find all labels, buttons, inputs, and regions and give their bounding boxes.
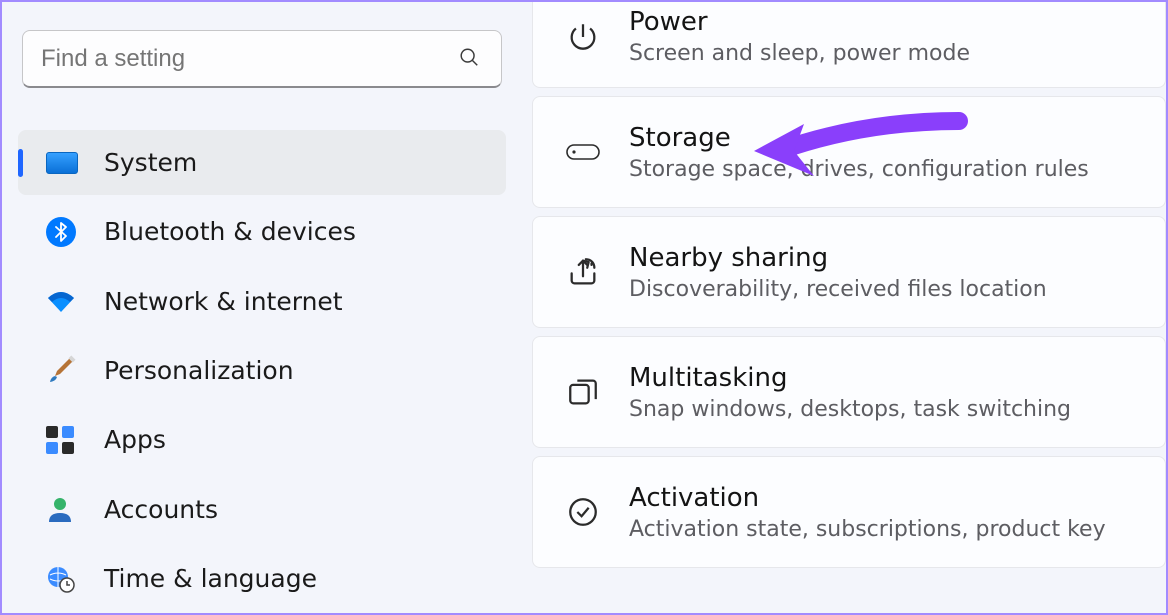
card-subtitle: Snap windows, desktops, task switching bbox=[629, 397, 1071, 422]
setting-card-storage[interactable]: Storage Storage space, drives, configura… bbox=[532, 96, 1166, 208]
sidebar-item-bluetooth[interactable]: Bluetooth & devices bbox=[18, 199, 506, 264]
card-title: Power bbox=[629, 7, 970, 37]
card-title: Multitasking bbox=[629, 363, 1071, 393]
card-text: Power Screen and sleep, power mode bbox=[629, 7, 970, 66]
person-icon bbox=[46, 495, 84, 523]
setting-card-power[interactable]: Power Screen and sleep, power mode bbox=[532, 2, 1166, 88]
sidebar-item-label: Apps bbox=[104, 425, 166, 454]
card-subtitle: Screen and sleep, power mode bbox=[629, 41, 970, 66]
wifi-icon bbox=[46, 290, 84, 312]
sidebar-item-accounts[interactable]: Accounts bbox=[18, 476, 506, 541]
card-subtitle: Activation state, subscriptions, product… bbox=[629, 517, 1106, 542]
card-text: Nearby sharing Discoverability, received… bbox=[629, 243, 1047, 302]
sidebar-item-label: System bbox=[104, 148, 197, 177]
paintbrush-icon bbox=[46, 355, 84, 385]
sidebar-item-label: Personalization bbox=[104, 356, 294, 385]
sidebar-item-time[interactable]: Time & language bbox=[18, 546, 506, 611]
check-circle-icon bbox=[561, 495, 605, 529]
card-subtitle: Storage space, drives, configuration rul… bbox=[629, 157, 1089, 182]
share-icon bbox=[561, 255, 605, 289]
storage-icon bbox=[561, 141, 605, 163]
card-text: Activation Activation state, subscriptio… bbox=[629, 483, 1106, 542]
clock-globe-icon bbox=[46, 563, 84, 593]
sidebar-item-personalization[interactable]: Personalization bbox=[18, 338, 506, 403]
sidebar-item-network[interactable]: Network & internet bbox=[18, 269, 506, 334]
apps-grid-icon bbox=[46, 426, 84, 454]
search-icon bbox=[458, 46, 480, 72]
sidebar-item-label: Network & internet bbox=[104, 287, 343, 316]
card-text: Storage Storage space, drives, configura… bbox=[629, 123, 1089, 182]
settings-main-panel: Power Screen and sleep, power mode Stora… bbox=[522, 2, 1166, 613]
setting-card-multitasking[interactable]: Multitasking Snap windows, desktops, tas… bbox=[532, 336, 1166, 448]
card-title: Activation bbox=[629, 483, 1106, 513]
multitask-icon bbox=[561, 375, 605, 409]
search-input[interactable] bbox=[22, 30, 502, 88]
sidebar-item-label: Accounts bbox=[104, 495, 218, 524]
search-field-wrap bbox=[22, 30, 502, 88]
sidebar-item-system[interactable]: System bbox=[18, 130, 506, 195]
system-icon bbox=[46, 152, 84, 174]
card-text: Multitasking Snap windows, desktops, tas… bbox=[629, 363, 1071, 422]
bluetooth-icon bbox=[46, 217, 84, 247]
sidebar-item-label: Bluetooth & devices bbox=[104, 217, 356, 246]
setting-card-activation[interactable]: Activation Activation state, subscriptio… bbox=[532, 456, 1166, 568]
setting-card-nearby[interactable]: Nearby sharing Discoverability, received… bbox=[532, 216, 1166, 328]
settings-sidebar: System Bluetooth & devices Network & int… bbox=[2, 2, 522, 613]
card-title: Nearby sharing bbox=[629, 243, 1047, 273]
sidebar-item-apps[interactable]: Apps bbox=[18, 407, 506, 472]
card-subtitle: Discoverability, received files location bbox=[629, 277, 1047, 302]
sidebar-item-label: Time & language bbox=[104, 564, 317, 593]
power-icon bbox=[561, 20, 605, 54]
card-title: Storage bbox=[629, 123, 1089, 153]
